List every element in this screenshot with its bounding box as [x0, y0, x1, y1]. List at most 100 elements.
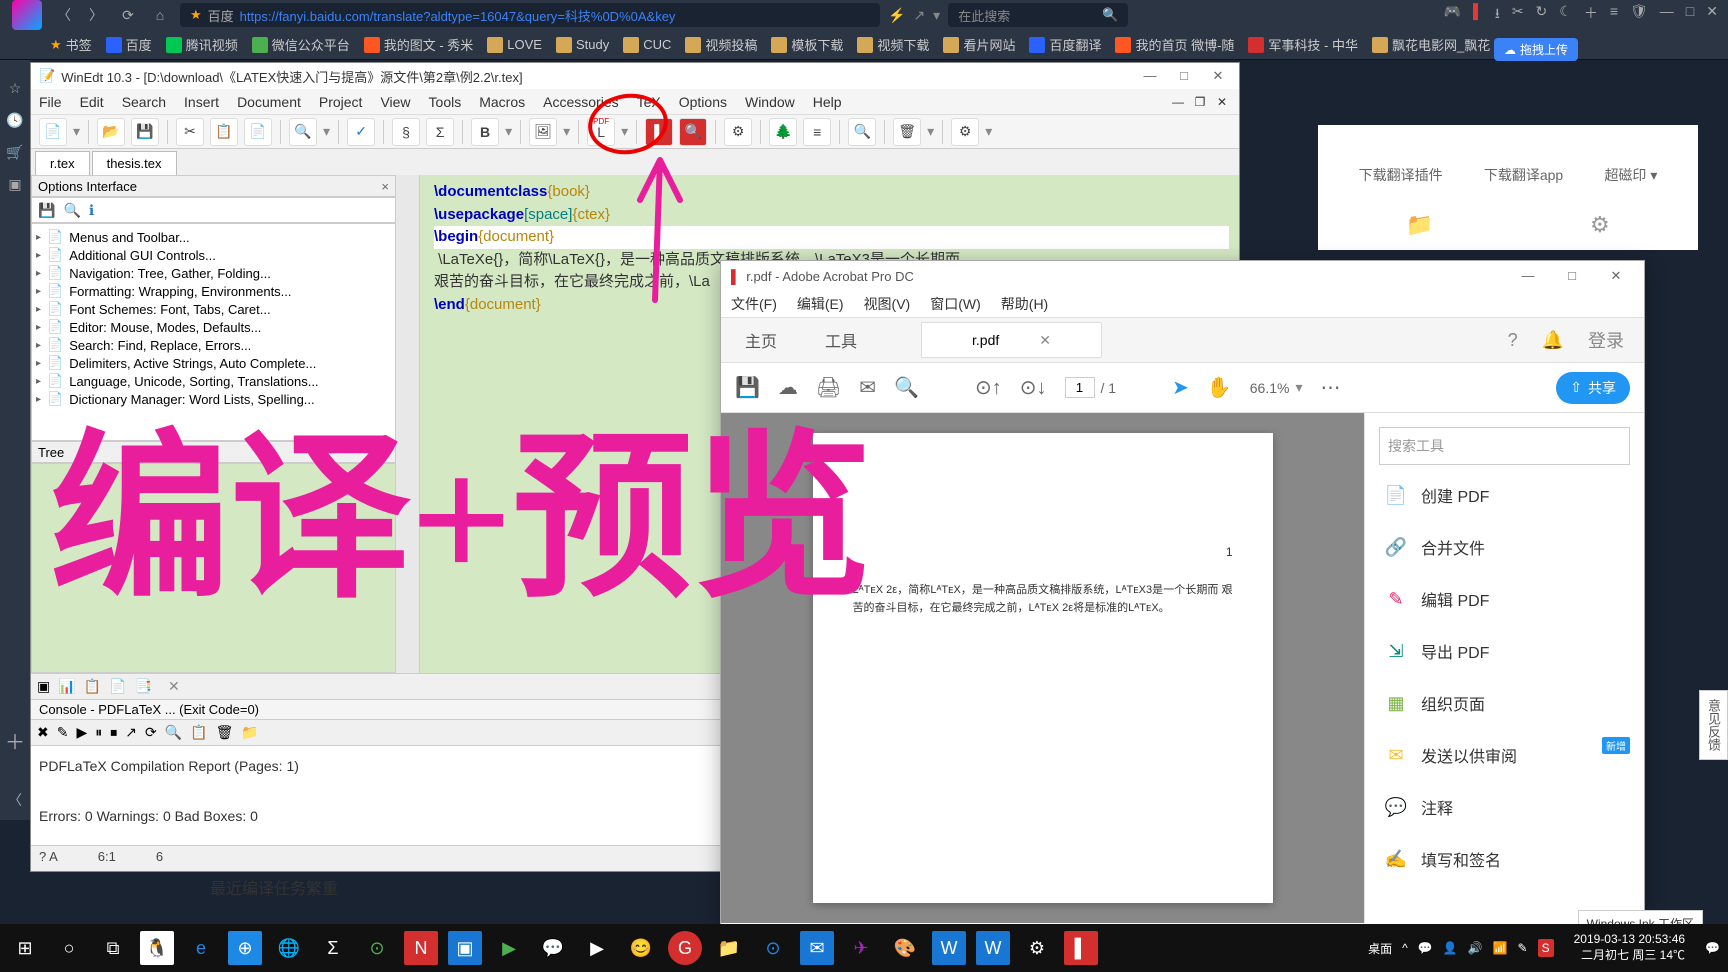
sigma-button[interactable]: Σ [426, 118, 454, 146]
bookmark-item[interactable]: Study [556, 37, 609, 53]
tool-combine[interactable]: 🔗合并文件 [1379, 525, 1630, 569]
folder-icon[interactable]: 📁 [1406, 212, 1433, 238]
url-bar[interactable]: ★ 百度 https://fanyi.baidu.com/translate?a… [180, 3, 880, 27]
bookmark-item[interactable]: 视频下载 [857, 35, 929, 54]
page-current-input[interactable] [1065, 377, 1095, 398]
taskbar-app[interactable]: 🎨 [888, 931, 922, 965]
forward-button[interactable]: 〉 [84, 3, 108, 27]
tray-icon[interactable]: 📶 [1493, 941, 1508, 955]
console-btn[interactable]: ✖ [37, 724, 49, 741]
tab-tools[interactable]: 工具 [801, 318, 881, 362]
doc-tab-close[interactable]: ✕ [1039, 332, 1051, 349]
share-icon[interactable]: ↗ [913, 7, 925, 24]
document-view[interactable]: 1 LᴬTᴇX 2ε，简称LᴬTᴇX，是一种高品质文稿排版系统，LᴬTᴇX3是一… [721, 413, 1364, 923]
mdi-close[interactable]: ✕ [1213, 95, 1231, 109]
taskview-button[interactable]: ⧉ [96, 931, 130, 965]
page-up-icon[interactable]: ⊙↑ [975, 375, 1002, 400]
maximize-button[interactable]: □ [1554, 268, 1590, 284]
cloud-icon[interactable]: ☁ [778, 375, 798, 400]
config-button[interactable]: ⚙ [951, 118, 979, 146]
taskbar-app[interactable]: ▌ [1064, 931, 1098, 965]
menu-window[interactable]: 窗口(W) [930, 294, 981, 314]
trash-button[interactable]: 🗑 [893, 118, 921, 146]
taskbar-app[interactable]: W [976, 931, 1010, 965]
option-item[interactable]: 📄Search: Find, Replace, Errors... [36, 336, 391, 354]
side-cart-icon[interactable]: 🛒 [6, 144, 23, 161]
console-tab-icon[interactable]: 📋 [84, 678, 101, 695]
bookmark-item[interactable]: 看片网站 [943, 35, 1015, 54]
lightning-icon[interactable]: ⚡ [888, 7, 905, 24]
pdflatex-button[interactable]: PDFL [587, 118, 615, 146]
menu-project[interactable]: Project [319, 94, 363, 110]
option-item[interactable]: 📄Font Schemes: Font, Tabs, Caret... [36, 300, 391, 318]
menu-document[interactable]: Document [237, 94, 301, 110]
console-btn[interactable]: ⏸ [95, 724, 102, 741]
page-down-icon[interactable]: ⊙↓ [1020, 375, 1047, 400]
maximize-button[interactable]: □ [1171, 68, 1197, 84]
taskbar-app[interactable]: ✈ [844, 931, 878, 965]
taskbar-app[interactable]: ▣ [448, 931, 482, 965]
option-item[interactable]: 📄Language, Unicode, Sorting, Translation… [36, 372, 391, 390]
super-print[interactable]: 超磁印 ▾ [1604, 165, 1657, 185]
reload-button[interactable]: ⟳ [116, 3, 140, 27]
pdf-search-button[interactable]: 🔍 [679, 118, 707, 146]
bookmark-item[interactable]: 微信公众平台 [252, 35, 350, 54]
open-button[interactable]: 📂 [97, 118, 125, 146]
taskbar-app[interactable]: G [668, 931, 702, 965]
tray-icon[interactable]: ✎ [1518, 941, 1528, 955]
print-icon[interactable]: 🖨 [816, 375, 841, 400]
tool-create-pdf[interactable]: 📄创建 PDF [1379, 473, 1630, 517]
gear-icon[interactable]: ⚙ [1590, 212, 1610, 238]
gather-button[interactable]: ≡ [803, 118, 831, 146]
browser-search[interactable]: 在此搜索 🔍 [948, 3, 1128, 27]
options-close[interactable]: × [381, 179, 389, 194]
shield-icon[interactable]: 🛡 [1630, 3, 1648, 27]
tray-ime[interactable]: S [1538, 939, 1554, 957]
console-btn[interactable]: ↗ [125, 724, 137, 741]
bookmark-item[interactable]: 我的首页 微博-随 [1115, 35, 1234, 54]
tool-fill-sign[interactable]: ✍填写和签名 [1379, 837, 1630, 881]
console-tab-icon[interactable]: ▣ [37, 678, 50, 695]
taskbar-app[interactable]: ⊙ [360, 931, 394, 965]
tree-close[interactable]: × [381, 445, 389, 460]
user-avatar[interactable] [12, 0, 42, 30]
bookmark-item[interactable]: 百度 [106, 35, 152, 54]
dropdown-icon[interactable]: ▾ [933, 7, 940, 24]
close-button[interactable]: ✕ [1205, 68, 1231, 84]
option-item[interactable]: 📄Additional GUI Controls... [36, 246, 391, 264]
help-icon[interactable]: ? [1508, 330, 1518, 351]
console-tab-icon[interactable]: 📊 [58, 678, 75, 695]
search-tools-input[interactable]: 搜索工具 [1379, 427, 1630, 465]
taskbar-app[interactable]: ⊙ [756, 931, 790, 965]
desktop-label[interactable]: 桌面 [1368, 940, 1392, 957]
tool-comment[interactable]: 💬注释 [1379, 785, 1630, 829]
plus-icon[interactable]: ＋ [1584, 3, 1598, 27]
console-btn[interactable]: 🗑 [216, 724, 234, 741]
taskbar-app[interactable]: e [184, 931, 218, 965]
tool-edit-pdf[interactable]: ✎编辑 PDF [1379, 577, 1630, 621]
bookmark-item[interactable]: 我的图文 - 秀米 [364, 35, 474, 54]
option-item[interactable]: 📄Dictionary Manager: Word Lists, Spellin… [36, 390, 391, 408]
menu-edit[interactable]: Edit [80, 94, 104, 110]
menu-file[interactable]: File [39, 94, 62, 110]
options-search-icon[interactable]: 🔍 [63, 202, 80, 219]
bookmark-item[interactable]: LOVE [487, 37, 542, 53]
feedback-tab[interactable]: 意见反馈 [1699, 690, 1728, 760]
taskbar-app[interactable]: 🌐 [272, 931, 306, 965]
console-tab-icon[interactable]: 📑 [135, 678, 152, 695]
cursor-icon[interactable]: ➤ [1172, 375, 1189, 400]
menu-edit[interactable]: 编辑(E) [797, 294, 844, 314]
search-icon[interactable]: 🔍 [894, 375, 919, 400]
mdi-restore[interactable]: ❐ [1191, 95, 1209, 109]
taskbar-app[interactable]: 🐧 [140, 931, 174, 965]
new-button[interactable]: 📄 [39, 118, 67, 146]
zoom-control[interactable]: 66.1% ▾ [1250, 379, 1303, 396]
bell-icon[interactable]: 🔔 [1542, 330, 1564, 351]
mdi-minimize[interactable]: — [1169, 95, 1187, 109]
tool-send-review[interactable]: ✉发送以供审阅新增 [1379, 733, 1630, 777]
console-btn[interactable]: 📋 [190, 724, 207, 741]
taskbar-app[interactable]: W [932, 931, 966, 965]
console-btn[interactable]: ⏹ [110, 724, 117, 741]
image-button[interactable]: 🖼 [529, 118, 557, 146]
taskbar-app[interactable]: 📁 [712, 931, 746, 965]
